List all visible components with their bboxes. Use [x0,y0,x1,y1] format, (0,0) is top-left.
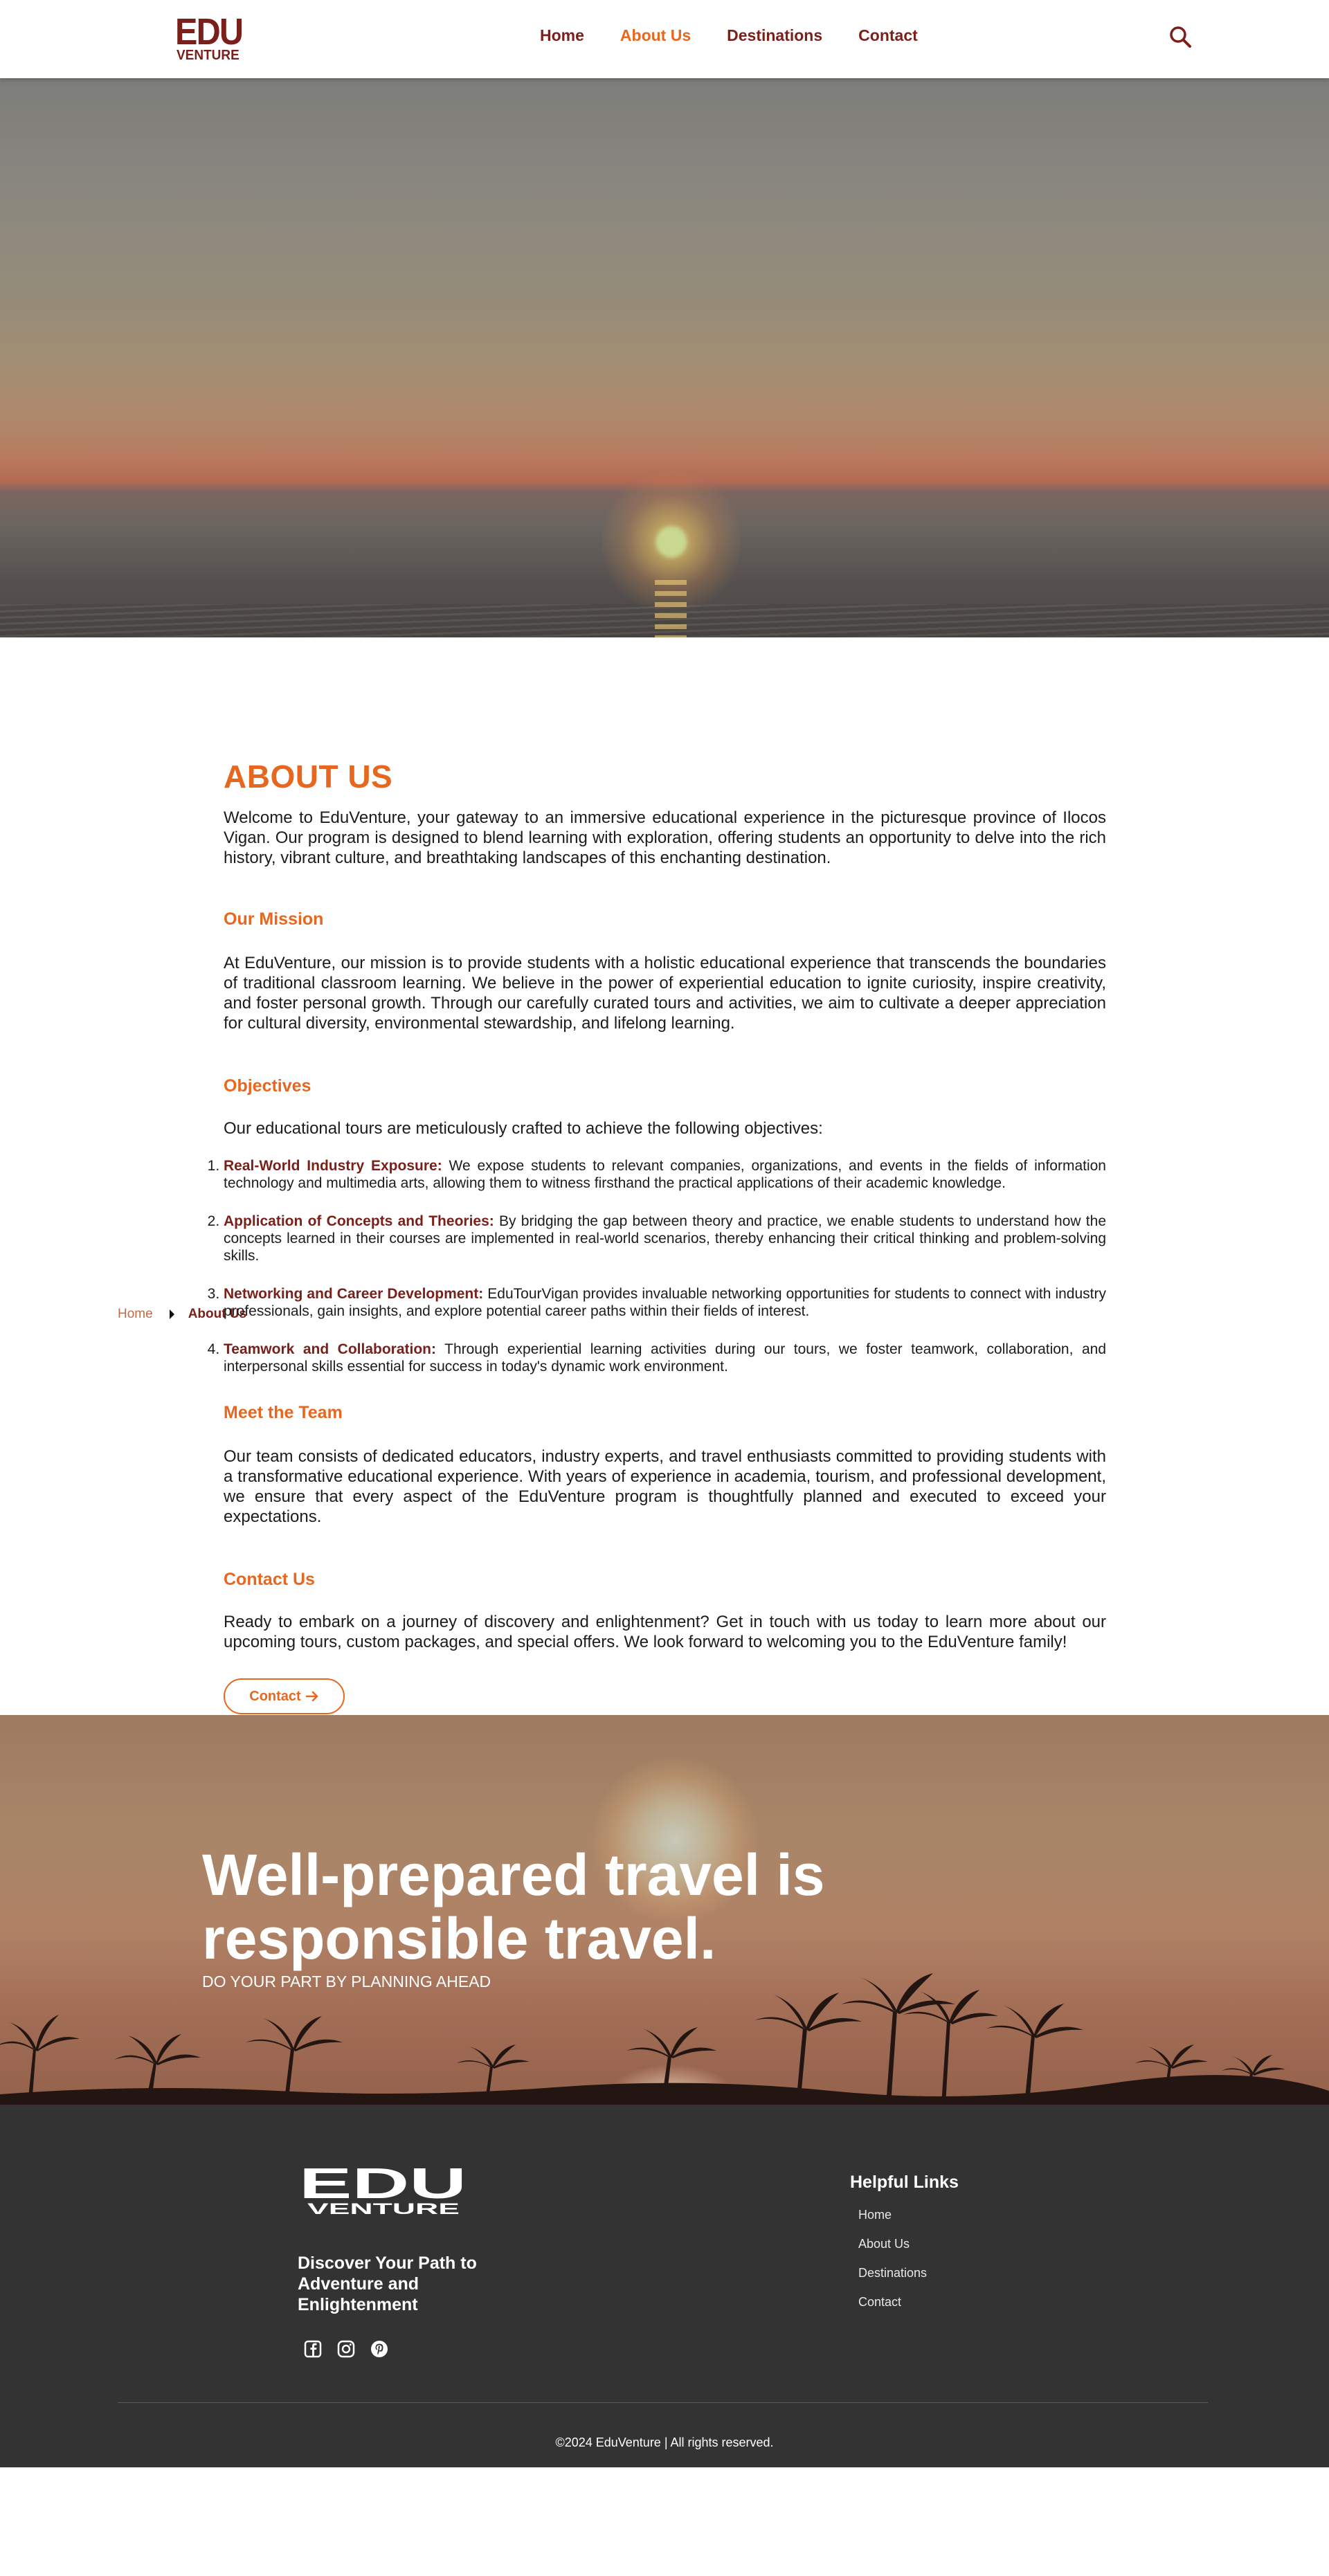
hero-sunset-image [0,78,1329,637]
objectives-list: Real-World Industry Exposure: We expose … [224,1157,1106,1375]
main-nav: Home About Us Destinations Contact [540,26,954,45]
objective-title: Networking and Career Development: [224,1286,484,1302]
page-title: ABOUT US [224,759,393,795]
search-icon[interactable] [1168,25,1192,48]
footer-divider [118,2402,1208,2403]
footer-link-home[interactable]: Home [858,2207,927,2236]
footer-logo-bottom: VENTURE [307,2200,460,2216]
contact-button-label: Contact [249,1688,301,1704]
objective-item: Application of Concepts and Theories: By… [224,1213,1106,1264]
nav-about-us[interactable]: About Us [620,26,691,45]
team-paragraph: Our team consists of dedicated educators… [224,1447,1106,1526]
helpful-links-heading: Helpful Links [850,2173,959,2192]
site-header: EDU VENTURE Home About Us Destinations C… [0,0,1329,78]
facebook-icon[interactable] [302,2339,323,2359]
objective-title: Real-World Industry Exposure: [224,1158,442,1174]
social-links [302,2339,390,2359]
site-footer: EDU VENTURE Discover Your Path to Advent… [0,2105,1329,2467]
footer-logo[interactable]: EDU VENTURE [298,2160,471,2217]
banner-heading: Well-prepared travel is responsible trav… [202,1842,825,1971]
nav-contact[interactable]: Contact [858,26,918,45]
pinterest-icon[interactable] [369,2339,390,2359]
arrow-right-icon [305,1691,318,1702]
travel-banner: Well-prepared travel is responsible trav… [0,1715,1329,2105]
team-heading: Meet the Team [224,1403,343,1422]
objective-item: Real-World Industry Exposure: We expose … [224,1157,1106,1192]
hero-sun [656,527,687,557]
intro-paragraph: Welcome to EduVenture, your gateway to a… [224,808,1106,867]
hero-sun-reflection [655,580,687,637]
mission-paragraph: At EduVenture, our mission is to provide… [224,954,1106,1033]
logo-text-bottom: VENTURE [177,48,239,63]
contact-button[interactable]: Contact [224,1678,345,1714]
footer-tagline: Discover Your Path to Adventure and Enli… [298,2253,477,2314]
objective-title: Application of Concepts and Theories: [224,1213,494,1229]
about-content: ABOUT US Welcome to EduVenture, your gat… [224,758,1106,1714]
contact-heading: Contact Us [224,1570,315,1589]
objectives-intro: Our educational tours are meticulously c… [224,1119,823,1138]
logo-text-top: EDU [175,11,244,53]
objectives-heading: Objectives [224,1076,311,1096]
breadcrumb-caret-icon [169,1309,174,1319]
contact-paragraph: Ready to embark on a journey of discover… [224,1613,1106,1651]
helpful-links: Home About Us Destinations Contact [858,2207,927,2323]
footer-link-destinations[interactable]: Destinations [858,2265,927,2294]
site-logo[interactable]: EDU VENTURE [175,11,244,65]
banner-subheading: DO YOUR PART BY PLANNING AHEAD [202,1972,491,1990]
objective-title: Teamwork and Collaboration: [224,1341,436,1357]
copyright-text: ©2024 EduVenture | All rights reserved. [555,2436,774,2449]
nav-destinations[interactable]: Destinations [727,26,822,45]
mission-heading: Our Mission [224,909,324,929]
objective-item: Teamwork and Collaboration: Through expe… [224,1341,1106,1375]
nav-home[interactable]: Home [540,26,584,45]
footer-link-about-us[interactable]: About Us [858,2236,927,2265]
breadcrumb-home[interactable]: Home [118,1307,153,1322]
objective-item: Networking and Career Development: EduTo… [224,1285,1106,1320]
footer-link-contact[interactable]: Contact [858,2294,927,2323]
instagram-icon[interactable] [336,2339,356,2359]
